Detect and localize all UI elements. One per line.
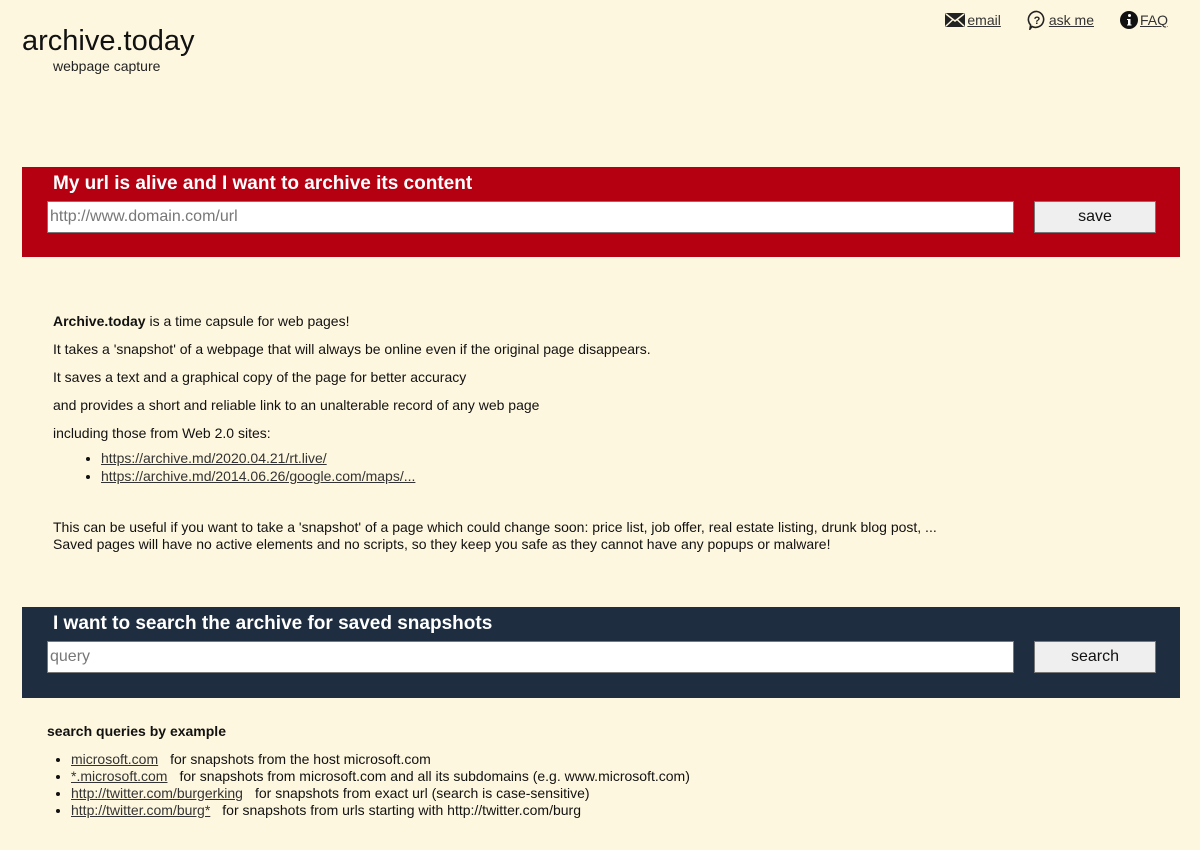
svg-text:?: ? [1033, 15, 1040, 27]
example-query-link[interactable]: http://twitter.com/burg* [71, 802, 210, 818]
site-logo[interactable]: archive.today webpage capture [22, 24, 195, 74]
save-panel: My url is alive and I want to archive it… [22, 167, 1180, 257]
example-item: *.microsoft.com for snapshots from micros… [71, 768, 690, 785]
example-query-link[interactable]: microsoft.com [71, 751, 158, 767]
example-description: for snapshots from urls starting with ht… [222, 802, 581, 818]
intro-text: is a time capsule for web pages! [145, 313, 350, 329]
example-link-item: https://archive.md/2014.06.26/google.com… [101, 467, 651, 485]
examples-list: microsoft.com for snapshots from the host… [47, 751, 690, 819]
question-bubble-icon: ? [1027, 10, 1047, 30]
top-links: email ? ask me FAQ [945, 10, 1168, 30]
about-line: and provides a short and reliable link t… [53, 397, 540, 413]
save-panel-title: My url is alive and I want to archive it… [53, 173, 473, 194]
about-line: It takes a 'snapshot' of a webpage that … [53, 341, 651, 357]
intro-brand: Archive.today [53, 313, 146, 329]
about-section: Archive.today is a time capsule for web … [53, 313, 651, 485]
search-panel: I want to search the archive for saved s… [22, 607, 1180, 698]
about-line: including those from Web 2.0 sites: [53, 425, 271, 441]
example-link[interactable]: https://archive.md/2020.04.21/rt.live/ [101, 450, 327, 466]
example-query-link[interactable]: *.microsoft.com [71, 768, 167, 784]
search-panel-title: I want to search the archive for saved s… [53, 613, 493, 634]
example-item: microsoft.com for snapshots from the host… [71, 751, 690, 768]
faq-label: FAQ [1139, 12, 1168, 28]
example-link-item: https://archive.md/2020.04.21/rt.live/ [101, 449, 651, 467]
example-description: for snapshots from the host microsoft.co… [170, 751, 431, 767]
example-item: http://twitter.com/burg* for snapshots fr… [71, 802, 690, 819]
about-line: It saves a text and a graphical copy of … [53, 369, 467, 385]
example-description: for snapshots from microsoft.com and all… [179, 768, 690, 784]
email-label: email [967, 12, 1001, 28]
faq-link[interactable]: FAQ [1119, 10, 1168, 30]
query-input[interactable] [47, 641, 1014, 673]
email-link[interactable]: email [945, 10, 1001, 30]
example-links-list: https://archive.md/2020.04.21/rt.live/ h… [53, 449, 651, 485]
logo-subtitle: webpage capture [53, 58, 161, 74]
url-input[interactable] [47, 201, 1014, 233]
ask-me-link[interactable]: ? ask me [1027, 10, 1094, 30]
search-examples: search queries by example microsoft.com f… [47, 723, 690, 819]
info-icon [1119, 11, 1138, 29]
save-button[interactable]: save [1034, 201, 1156, 233]
usefulness-line: Saved pages will have no active elements… [53, 536, 831, 552]
example-item: http://twitter.com/burgerking for snapsho… [71, 785, 690, 802]
envelope-icon [945, 13, 966, 27]
examples-heading: search queries by example [47, 723, 226, 739]
usefulness-text: This can be useful if you want to take a… [53, 519, 937, 553]
example-query-link[interactable]: http://twitter.com/burgerking [71, 785, 243, 801]
usefulness-line: This can be useful if you want to take a… [53, 519, 937, 535]
intro-line: Archive.today is a time capsule for web … [53, 313, 651, 329]
search-button[interactable]: search [1034, 641, 1156, 673]
logo-title: archive.today [22, 25, 195, 57]
example-link[interactable]: https://archive.md/2014.06.26/google.com… [101, 468, 415, 484]
example-description: for snapshots from exact url (search is … [254, 785, 590, 801]
ask-me-label: ask me [1048, 12, 1094, 28]
